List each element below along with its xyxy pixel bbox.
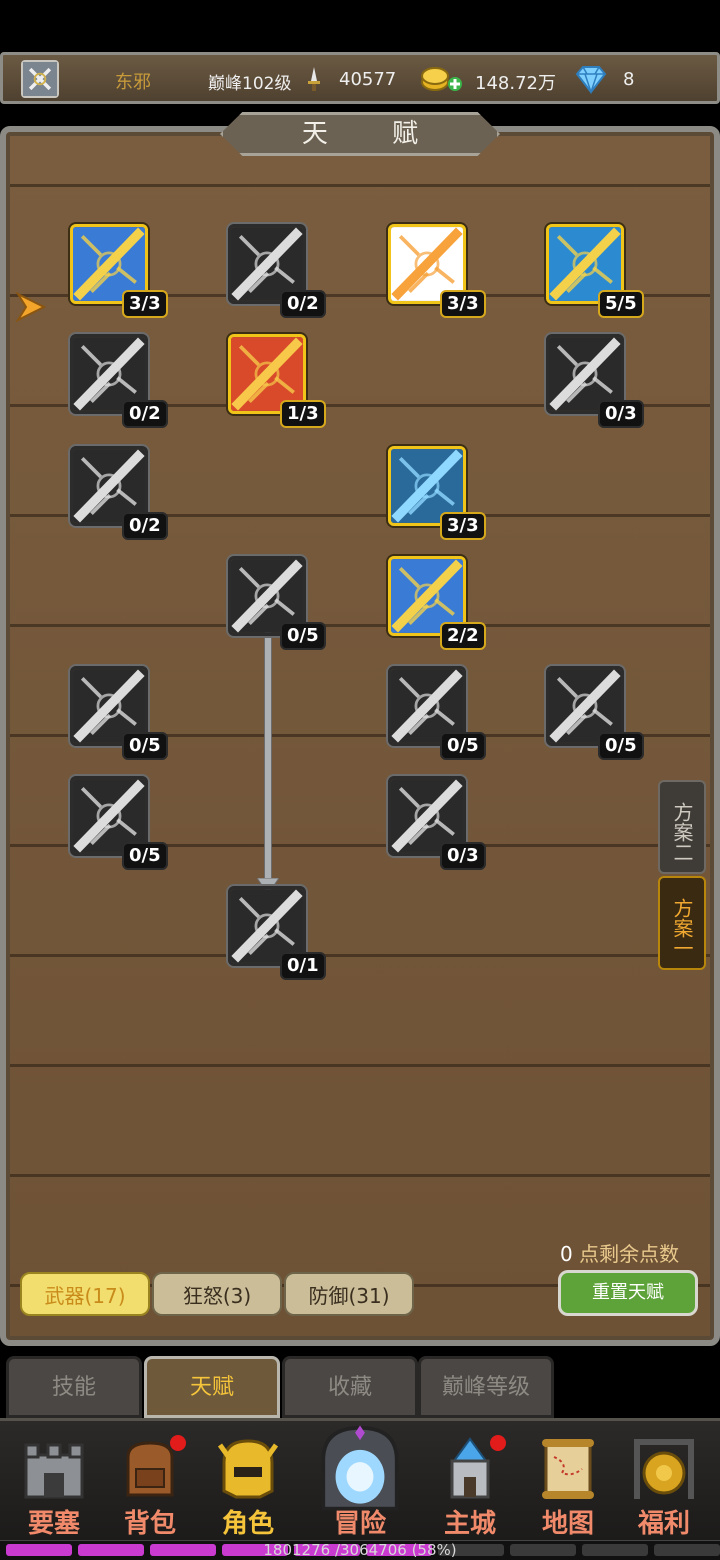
nav-adventure[interactable]: 冒险 — [310, 1421, 410, 1543]
bottom-navigation: 要塞 背包 角色 冒险 主城 地图 福利 — [0, 1418, 720, 1540]
talent-level: 0/2 — [280, 290, 326, 318]
tab-talent[interactable]: 天赋 — [144, 1356, 280, 1418]
player-name: 东邪 — [115, 72, 151, 93]
nav-fortress-label: 要塞 — [27, 1509, 80, 1539]
talent-level: 0/5 — [280, 622, 326, 650]
peak-level: 巅峰102级 — [208, 74, 292, 94]
gold-coins-icon[interactable] — [419, 64, 463, 94]
nav-fortress[interactable]: 要塞 — [8, 1421, 100, 1543]
talent-level: 3/3 — [122, 290, 168, 318]
helmet-icon — [217, 1439, 279, 1499]
nav-adventure-label: 冒险 — [333, 1509, 386, 1539]
nav-map-label: 地图 — [541, 1509, 594, 1539]
row-indicator-arrow-icon — [15, 291, 47, 323]
talent-level: 0/5 — [122, 842, 168, 870]
backpack-notification-dot — [170, 1435, 186, 1451]
avatar[interactable] — [21, 60, 59, 98]
talent-level: 0/2 — [122, 512, 168, 540]
experience-bar: 1801276 /3064706 (58%) — [0, 1540, 720, 1560]
nav-main-city[interactable]: 主城 — [424, 1421, 516, 1543]
nav-backpack[interactable]: 背包 — [104, 1421, 196, 1543]
plan-two-tab[interactable]: 方案二 — [658, 780, 706, 874]
reset-talent-button[interactable]: 重置天赋 — [558, 1270, 698, 1316]
diamond-value: 8 — [623, 69, 635, 90]
power-value: 40577 — [339, 69, 397, 90]
talent-level: 0/5 — [122, 732, 168, 760]
talent-level: 2/2 — [440, 622, 486, 650]
tab-collection[interactable]: 收藏 — [282, 1356, 418, 1418]
portal-icon — [321, 1425, 399, 1511]
talent-level: 0/5 — [598, 732, 644, 760]
status-bar: 东邪 巅峰102级 40577 148.72万 8 — [0, 52, 720, 104]
remaining-points: 0 点剩余点数 — [560, 1238, 679, 1267]
sword-icon — [308, 67, 320, 91]
crossed-swords-icon — [23, 62, 57, 96]
talent-level: 5/5 — [598, 290, 644, 318]
weapon-category-button[interactable]: 武器(17) — [20, 1272, 150, 1316]
talent-level: 3/3 — [440, 512, 486, 540]
defense-category-button[interactable]: 防御(31) — [284, 1272, 414, 1316]
talent-connector-line — [264, 600, 272, 885]
remaining-points-count: 0 — [560, 1242, 573, 1266]
map-scroll-icon — [542, 1439, 594, 1499]
rage-category-button[interactable]: 狂怒(3) — [152, 1272, 282, 1316]
nav-character-label: 角色 — [221, 1509, 274, 1539]
remaining-points-label: 点剩余点数 — [579, 1242, 680, 1266]
plan-one-tab[interactable]: 方案一 — [658, 876, 706, 970]
tab-peak-level[interactable]: 巅峰等级 — [418, 1356, 554, 1418]
sub-tabs: 技能 天赋 收藏 巅峰等级 — [0, 1352, 720, 1418]
talent-level: 0/5 — [440, 732, 486, 760]
main-city-notification-dot — [490, 1435, 506, 1451]
talent-level: 1/3 — [280, 400, 326, 428]
experience-text: 1801276 /3064706 (58%) — [263, 1541, 457, 1559]
diamond-icon[interactable] — [571, 64, 611, 94]
gong-icon — [634, 1439, 694, 1499]
nav-welfare-label: 福利 — [637, 1509, 690, 1539]
talent-level: 0/1 — [280, 952, 326, 980]
nav-backpack-label: 背包 — [123, 1509, 176, 1539]
tab-skills[interactable]: 技能 — [6, 1356, 142, 1418]
nav-map[interactable]: 地图 — [522, 1421, 614, 1543]
panel-title: 天 赋 — [301, 119, 447, 149]
talent-level: 0/2 — [122, 400, 168, 428]
nav-character[interactable]: 角色 — [202, 1421, 294, 1543]
talent-level: 0/3 — [598, 400, 644, 428]
nav-main-city-label: 主城 — [443, 1509, 496, 1539]
nav-welfare[interactable]: 福利 — [618, 1421, 710, 1543]
talent-level: 0/3 — [440, 842, 486, 870]
gold-value: 148.72万 — [475, 73, 556, 94]
talent-level: 3/3 — [440, 290, 486, 318]
fortress-icon — [24, 1443, 84, 1499]
